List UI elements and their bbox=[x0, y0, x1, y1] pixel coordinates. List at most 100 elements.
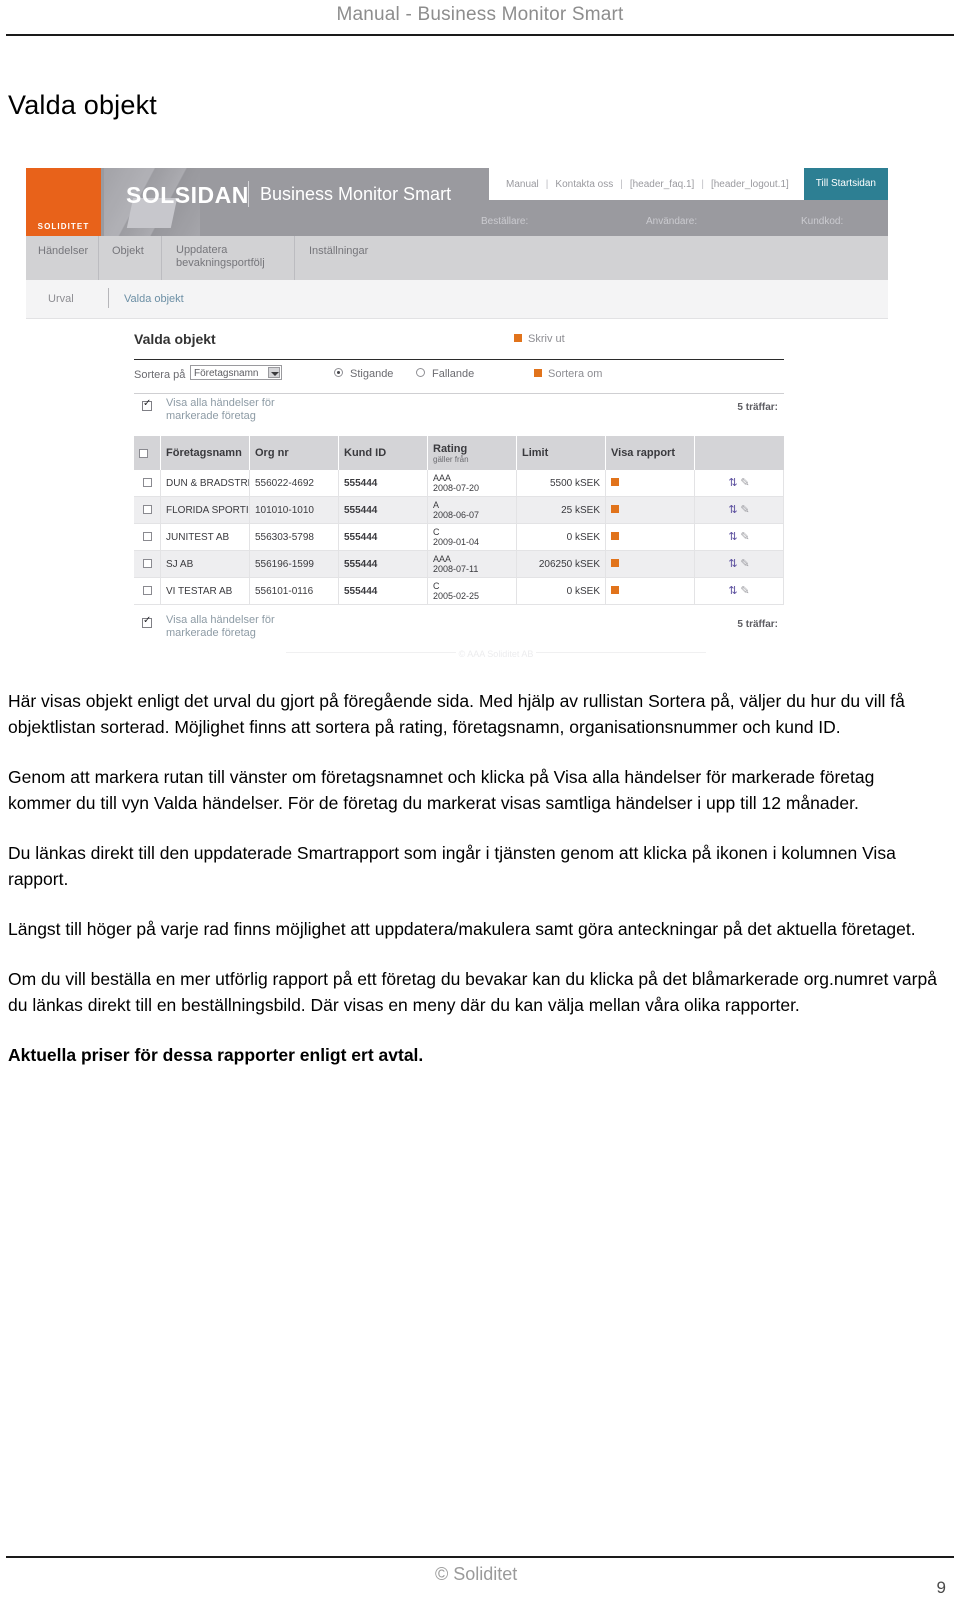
tab-uppdatera-bevakningsportfolj[interactable]: Uppdatera bevakningsportfölj bbox=[176, 244, 265, 270]
footer-divider bbox=[6, 1556, 954, 1558]
cell-rating: C 2005-02-25 bbox=[427, 577, 517, 605]
cell-orgnr[interactable]: 556101-0116 bbox=[249, 577, 339, 605]
table-header-row: Företagsnamn Org nr Kund ID Rating gälle… bbox=[134, 436, 784, 470]
pencil-icon[interactable]: ✎ bbox=[740, 558, 749, 570]
cell-report[interactable] bbox=[605, 496, 695, 524]
cell-report[interactable] bbox=[605, 470, 695, 497]
cell-orgnr[interactable]: 556303-5798 bbox=[249, 523, 339, 551]
row-checkbox[interactable] bbox=[142, 586, 152, 596]
col-kundid[interactable]: Kund ID bbox=[338, 436, 428, 470]
view-report-icon[interactable] bbox=[611, 558, 619, 567]
table-row[interactable]: SJ AB 556196-1599 555444 AAA 2008-07-11 … bbox=[134, 550, 784, 578]
row-checkbox[interactable] bbox=[142, 505, 152, 515]
radio-ascending[interactable] bbox=[334, 368, 343, 377]
tab-installningar[interactable]: Inställningar bbox=[309, 245, 368, 258]
app-footer: © AAA Soliditet AB bbox=[134, 649, 858, 659]
cell-rating: C 2009-01-04 bbox=[427, 523, 517, 551]
show-events-line1-top: Visa alla händelser för bbox=[166, 397, 275, 409]
cell-limit: 5500 kSEK bbox=[516, 470, 606, 497]
view-report-icon[interactable] bbox=[611, 477, 619, 486]
faq-link[interactable]: [header_faq.1] bbox=[623, 179, 702, 190]
cell-rating-date: 2008-06-07 bbox=[433, 510, 480, 520]
view-report-icon[interactable] bbox=[611, 531, 619, 540]
paragraph-1: Här visas objekt enligt det urval du gjo… bbox=[8, 691, 905, 737]
cell-rating-date: 2008-07-11 bbox=[433, 564, 479, 574]
resort-button[interactable]: Sortera om bbox=[534, 368, 602, 380]
cell-report[interactable] bbox=[605, 523, 695, 551]
row-checkbox[interactable] bbox=[142, 559, 152, 569]
pencil-icon[interactable]: ✎ bbox=[740, 504, 749, 516]
breadcrumb-item-urval[interactable]: Urval bbox=[48, 293, 74, 305]
print-label: Skriv ut bbox=[528, 333, 565, 345]
col-rating[interactable]: Rating gäller från bbox=[427, 436, 517, 470]
cell-company: SJ AB bbox=[160, 550, 250, 578]
row-select-cell bbox=[134, 523, 161, 551]
breadcrumb-item-valda-objekt[interactable]: Valda objekt bbox=[124, 293, 184, 305]
show-events-checkbox-bottom[interactable] bbox=[142, 615, 152, 628]
sort-label: Sortera på bbox=[134, 369, 186, 381]
radio-descending-label: Fallande bbox=[432, 368, 475, 380]
view-report-icon[interactable] bbox=[611, 504, 619, 513]
nav-divider-3 bbox=[294, 236, 295, 280]
table-row[interactable]: FLORIDA SPORTINGCENTERT 101010-1010 5554… bbox=[134, 496, 784, 524]
cell-rating-date: 2008-07-20 bbox=[433, 483, 480, 493]
cell-rating: A 2008-06-07 bbox=[427, 496, 517, 524]
refresh-icon[interactable]: ⇅ bbox=[728, 531, 737, 543]
refresh-icon[interactable]: ⇅ bbox=[728, 477, 737, 489]
go-to-start-page-button[interactable]: Till Startsidan bbox=[803, 168, 888, 200]
row-checkbox[interactable] bbox=[142, 478, 152, 488]
show-events-label-top[interactable]: Visa alla händelser för markerade företa… bbox=[166, 397, 275, 423]
col-rating-label: Rating bbox=[433, 442, 468, 455]
col-limit[interactable]: Limit bbox=[516, 436, 606, 470]
cell-company: DUN & BRADSTREET SVERIGE AB bbox=[160, 470, 250, 497]
sort-field-select[interactable]: Företagsnamn bbox=[190, 365, 282, 380]
cell-actions: ⇅ ✎ bbox=[694, 470, 784, 497]
cell-rating: AAA 2008-07-11 bbox=[427, 550, 517, 578]
contact-link[interactable]: Kontakta oss bbox=[548, 179, 620, 190]
print-button[interactable]: Skriv ut bbox=[514, 333, 565, 345]
application-screenshot: SOLIDITET SOLSIDAN Business Monitor Smar… bbox=[26, 168, 888, 666]
col-company[interactable]: Företagsnamn bbox=[160, 436, 250, 470]
cell-kundid: 555444 bbox=[338, 577, 428, 605]
table-row[interactable]: VI TESTAR AB 556101-0116 555444 C 2005-0… bbox=[134, 577, 784, 605]
cell-orgnr[interactable]: 101010-1010 bbox=[249, 496, 339, 524]
cell-limit: 206250 kSEK bbox=[516, 550, 606, 578]
meta-customer-code-label: Kundkod: bbox=[801, 216, 844, 227]
tab-objekt[interactable]: Objekt bbox=[112, 245, 144, 258]
app-banner: SOLIDITET SOLSIDAN Business Monitor Smar… bbox=[26, 168, 888, 236]
app-navigation-tabs: Händelser Objekt Uppdatera bevakningspor… bbox=[26, 236, 888, 280]
header-divider bbox=[6, 34, 954, 36]
nav-divider-1 bbox=[98, 236, 99, 280]
app-content-area: Valda objekt Skriv ut Sortera på Företag… bbox=[26, 319, 888, 666]
view-report-icon[interactable] bbox=[611, 585, 619, 594]
cell-actions: ⇅ ✎ bbox=[694, 577, 784, 605]
row-checkbox[interactable] bbox=[142, 532, 152, 542]
cell-report[interactable] bbox=[605, 550, 695, 578]
select-all-checkbox[interactable] bbox=[139, 448, 148, 458]
logout-link[interactable]: [header_logout.1] bbox=[704, 179, 796, 190]
refresh-icon[interactable]: ⇅ bbox=[728, 504, 737, 516]
tab-handelser[interactable]: Händelser bbox=[38, 245, 88, 258]
show-events-label-bottom[interactable]: Visa alla händelser för markerade företa… bbox=[166, 614, 275, 640]
print-bullet-icon bbox=[514, 334, 522, 342]
objects-table: Företagsnamn Org nr Kund ID Rating gälle… bbox=[134, 436, 784, 605]
pencil-icon[interactable]: ✎ bbox=[740, 585, 749, 597]
show-events-checkbox-top[interactable] bbox=[142, 398, 152, 411]
sort-controls: Sortera på Företagsnamn Stigande Falland… bbox=[134, 360, 784, 393]
pencil-icon[interactable]: ✎ bbox=[740, 531, 749, 543]
hits-count-top: 5 träffar: bbox=[737, 402, 778, 413]
table-row[interactable]: JUNITEST AB 556303-5798 555444 C 2009-01… bbox=[134, 523, 784, 551]
valda-objekt-panel: Valda objekt Skriv ut Sortera på Företag… bbox=[134, 331, 784, 653]
refresh-icon[interactable]: ⇅ bbox=[728, 558, 737, 570]
cell-orgnr[interactable]: 556022-4692 bbox=[249, 470, 339, 497]
table-row[interactable]: DUN & BRADSTREET SVERIGE AB 556022-4692 … bbox=[134, 470, 784, 497]
show-events-line2-bottom: markerade företag bbox=[166, 627, 256, 639]
cell-orgnr[interactable]: 556196-1599 bbox=[249, 550, 339, 578]
select-all-header bbox=[134, 436, 161, 470]
radio-descending[interactable] bbox=[416, 368, 425, 377]
cell-report[interactable] bbox=[605, 577, 695, 605]
refresh-icon[interactable]: ⇅ bbox=[728, 585, 737, 597]
pencil-icon[interactable]: ✎ bbox=[740, 477, 749, 489]
manual-link[interactable]: Manual bbox=[499, 179, 546, 190]
col-orgnr[interactable]: Org nr bbox=[249, 436, 339, 470]
